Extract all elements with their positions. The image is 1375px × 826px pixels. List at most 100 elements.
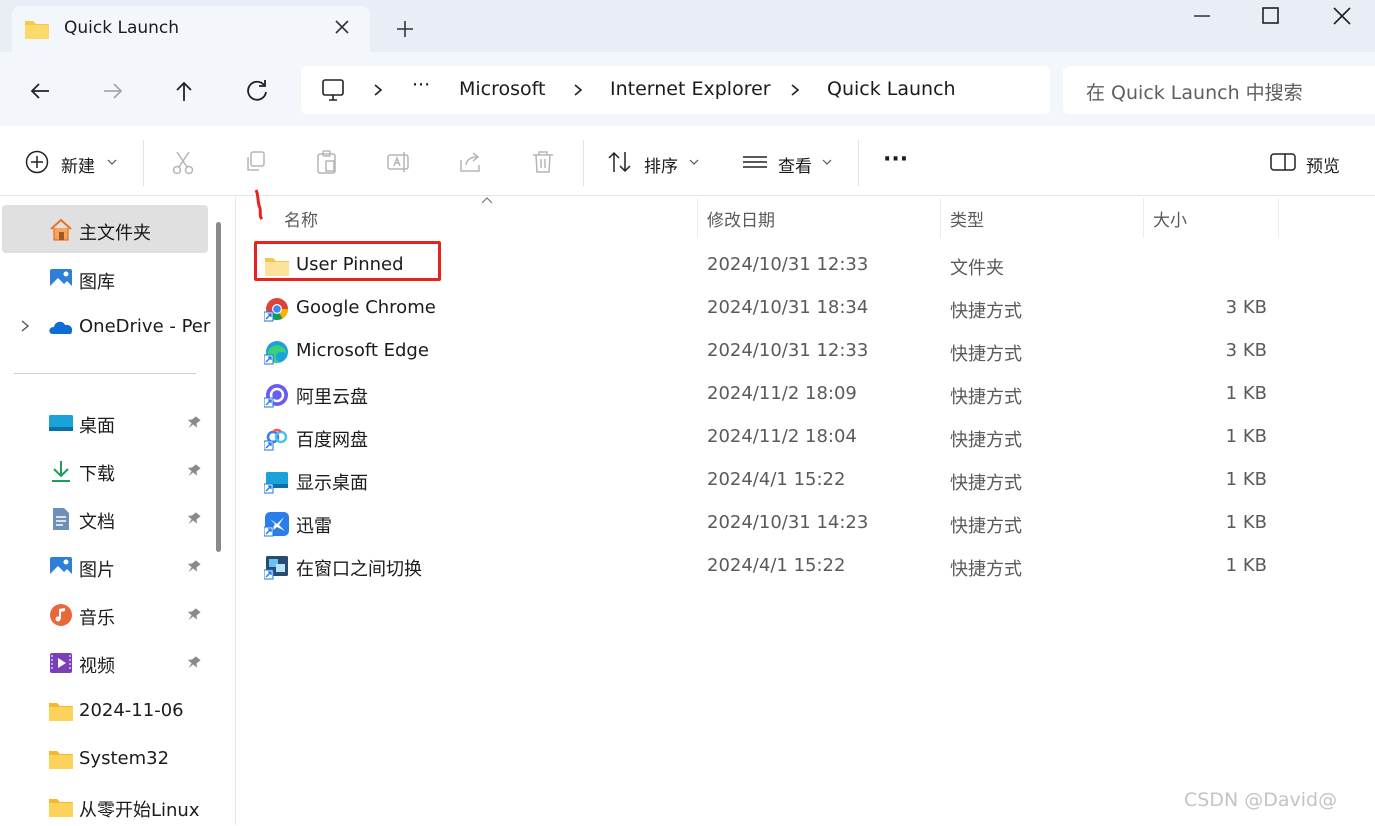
forward-arrow-icon[interactable] bbox=[98, 76, 128, 106]
maximize-icon[interactable] bbox=[1240, 0, 1300, 34]
file-row[interactable]: 显示桌面 2024/4/1 15:22 快捷方式 1 KB bbox=[252, 460, 1282, 500]
video-icon bbox=[50, 653, 72, 673]
tab-title: Quick Launch bbox=[64, 18, 180, 38]
music-icon bbox=[50, 604, 72, 626]
preview-pane-icon[interactable] bbox=[1269, 148, 1297, 176]
sidebar-item-gallery[interactable]: 图库 bbox=[0, 258, 210, 298]
onedrive-icon bbox=[49, 321, 73, 334]
sidebar-item-label: 图库 bbox=[79, 272, 115, 293]
file-row[interactable]: Google Chrome 2024/10/31 18:34 快捷方式 3 KB bbox=[252, 288, 1282, 328]
sidebar-item-downloads[interactable]: 下载 bbox=[0, 450, 210, 490]
sidebar-item-desktop[interactable]: 桌面 bbox=[0, 402, 210, 442]
column-divider[interactable] bbox=[1143, 198, 1144, 238]
close-window-icon[interactable] bbox=[1312, 0, 1372, 34]
chevron-down-icon[interactable] bbox=[821, 157, 833, 167]
more-options-button[interactable]: ··· bbox=[883, 147, 908, 172]
preview-button[interactable]: 预览 bbox=[1306, 152, 1340, 177]
chevron-down-icon[interactable] bbox=[688, 157, 700, 167]
paste-icon[interactable] bbox=[313, 148, 341, 176]
pin-icon[interactable] bbox=[184, 558, 202, 576]
column-header-type[interactable]: 类型 bbox=[950, 206, 984, 231]
column-header-date[interactable]: 修改日期 bbox=[707, 206, 775, 231]
close-tab-icon[interactable] bbox=[330, 15, 354, 39]
sidebar-item-home[interactable]: 主文件夹 bbox=[0, 209, 210, 249]
breadcrumb-microsoft[interactable]: Microsoft bbox=[459, 78, 545, 100]
sidebar-item-videos[interactable]: 视频 bbox=[0, 642, 210, 682]
new-button[interactable]: 新建 bbox=[61, 152, 95, 177]
view-button[interactable]: 查看 bbox=[778, 152, 812, 177]
pin-icon[interactable] bbox=[184, 462, 202, 480]
file-size: 1 KB bbox=[1225, 469, 1267, 490]
cut-icon[interactable] bbox=[169, 148, 197, 176]
file-type: 快捷方式 bbox=[950, 301, 1022, 322]
sidebar-item-pictures[interactable]: 图片 bbox=[0, 546, 210, 586]
folder-icon bbox=[49, 703, 73, 721]
sidebar-item-onedrive[interactable]: OneDrive - Per bbox=[0, 306, 210, 346]
chevron-right-icon[interactable] bbox=[570, 81, 586, 99]
sidebar-divider bbox=[14, 373, 196, 374]
share-icon[interactable] bbox=[457, 148, 485, 176]
chrome-icon bbox=[264, 298, 288, 322]
show-desktop-icon bbox=[264, 472, 288, 494]
pin-icon[interactable] bbox=[184, 510, 202, 528]
toolbar-divider bbox=[143, 140, 144, 186]
sidebar-item-documents[interactable]: 文档 bbox=[0, 498, 210, 538]
file-row[interactable]: Microsoft Edge 2024/10/31 12:33 快捷方式 3 K… bbox=[252, 331, 1282, 371]
column-divider[interactable] bbox=[940, 198, 941, 238]
view-icon[interactable] bbox=[741, 148, 769, 176]
file-date: 2024/4/1 15:22 bbox=[707, 555, 846, 576]
sort-button[interactable]: 排序 bbox=[644, 152, 678, 177]
pin-icon[interactable] bbox=[184, 654, 202, 672]
file-date: 2024/4/1 15:22 bbox=[707, 469, 846, 490]
rename-icon[interactable] bbox=[385, 148, 413, 176]
sidebar-item-label: 文档 bbox=[79, 512, 115, 533]
new-plus-icon[interactable] bbox=[24, 148, 52, 176]
file-size: 1 KB bbox=[1225, 512, 1267, 533]
chevron-right-icon[interactable] bbox=[370, 81, 386, 99]
search-input[interactable]: 在 Quick Launch 中搜索 bbox=[1086, 78, 1303, 105]
refresh-icon[interactable] bbox=[242, 76, 272, 106]
sidebar-item-folder[interactable]: System32 bbox=[0, 738, 210, 778]
file-row[interactable]: 在窗口之间切换 2024/4/1 15:22 快捷方式 1 KB bbox=[252, 546, 1282, 586]
file-type: 快捷方式 bbox=[950, 473, 1022, 494]
column-header-size[interactable]: 大小 bbox=[1153, 206, 1187, 231]
file-date: 2024/11/2 18:09 bbox=[707, 383, 857, 404]
sidebar-item-label: OneDrive - Per bbox=[79, 316, 211, 337]
chevron-right-icon[interactable] bbox=[18, 318, 32, 334]
this-pc-icon[interactable] bbox=[320, 77, 346, 103]
file-type: 快捷方式 bbox=[950, 430, 1022, 451]
minimize-icon[interactable] bbox=[1172, 0, 1232, 34]
chevron-right-icon[interactable] bbox=[787, 81, 803, 99]
breadcrumb-internet-explorer[interactable]: Internet Explorer bbox=[610, 78, 771, 100]
sidebar-item-label: 视频 bbox=[79, 656, 115, 677]
new-tab-icon[interactable] bbox=[392, 16, 418, 42]
sidebar-scrollbar[interactable] bbox=[216, 222, 221, 552]
sort-icon[interactable] bbox=[606, 148, 634, 176]
sidebar-item-music[interactable]: 音乐 bbox=[0, 594, 210, 634]
column-divider[interactable] bbox=[1278, 198, 1279, 238]
delete-icon[interactable] bbox=[529, 148, 557, 176]
file-row[interactable]: 迅雷 2024/10/31 14:23 快捷方式 1 KB bbox=[252, 503, 1282, 543]
back-arrow-icon[interactable] bbox=[25, 76, 55, 106]
file-row[interactable]: 百度网盘 2024/11/2 18:04 快捷方式 1 KB bbox=[252, 417, 1282, 457]
pin-icon[interactable] bbox=[184, 606, 202, 624]
up-arrow-icon[interactable] bbox=[169, 76, 199, 106]
folder-icon bbox=[49, 751, 73, 769]
pin-icon[interactable] bbox=[184, 414, 202, 432]
document-icon bbox=[53, 508, 69, 530]
file-date: 2024/10/31 18:34 bbox=[707, 297, 869, 318]
breadcrumb-quick-launch[interactable]: Quick Launch bbox=[827, 78, 956, 100]
column-divider[interactable] bbox=[697, 198, 698, 238]
copy-icon[interactable] bbox=[241, 148, 269, 176]
column-header-name[interactable]: 名称 bbox=[284, 206, 318, 231]
file-name: 阿里云盘 bbox=[296, 387, 368, 408]
tab-quick-launch[interactable]: Quick Launch bbox=[12, 6, 370, 52]
sidebar-item-folder[interactable]: 2024-11-06 bbox=[0, 690, 210, 730]
breadcrumb-overflow[interactable]: ··· bbox=[412, 74, 430, 96]
sidebar-item-label: 图片 bbox=[79, 560, 115, 581]
file-row[interactable]: 阿里云盘 2024/11/2 18:09 快捷方式 1 KB bbox=[252, 374, 1282, 414]
sidebar-item-folder[interactable]: 从零开始Linux bbox=[0, 786, 210, 826]
chevron-down-icon[interactable] bbox=[106, 157, 118, 167]
file-name: 百度网盘 bbox=[296, 430, 368, 451]
sidebar-item-label: 从零开始Linux bbox=[79, 800, 200, 821]
